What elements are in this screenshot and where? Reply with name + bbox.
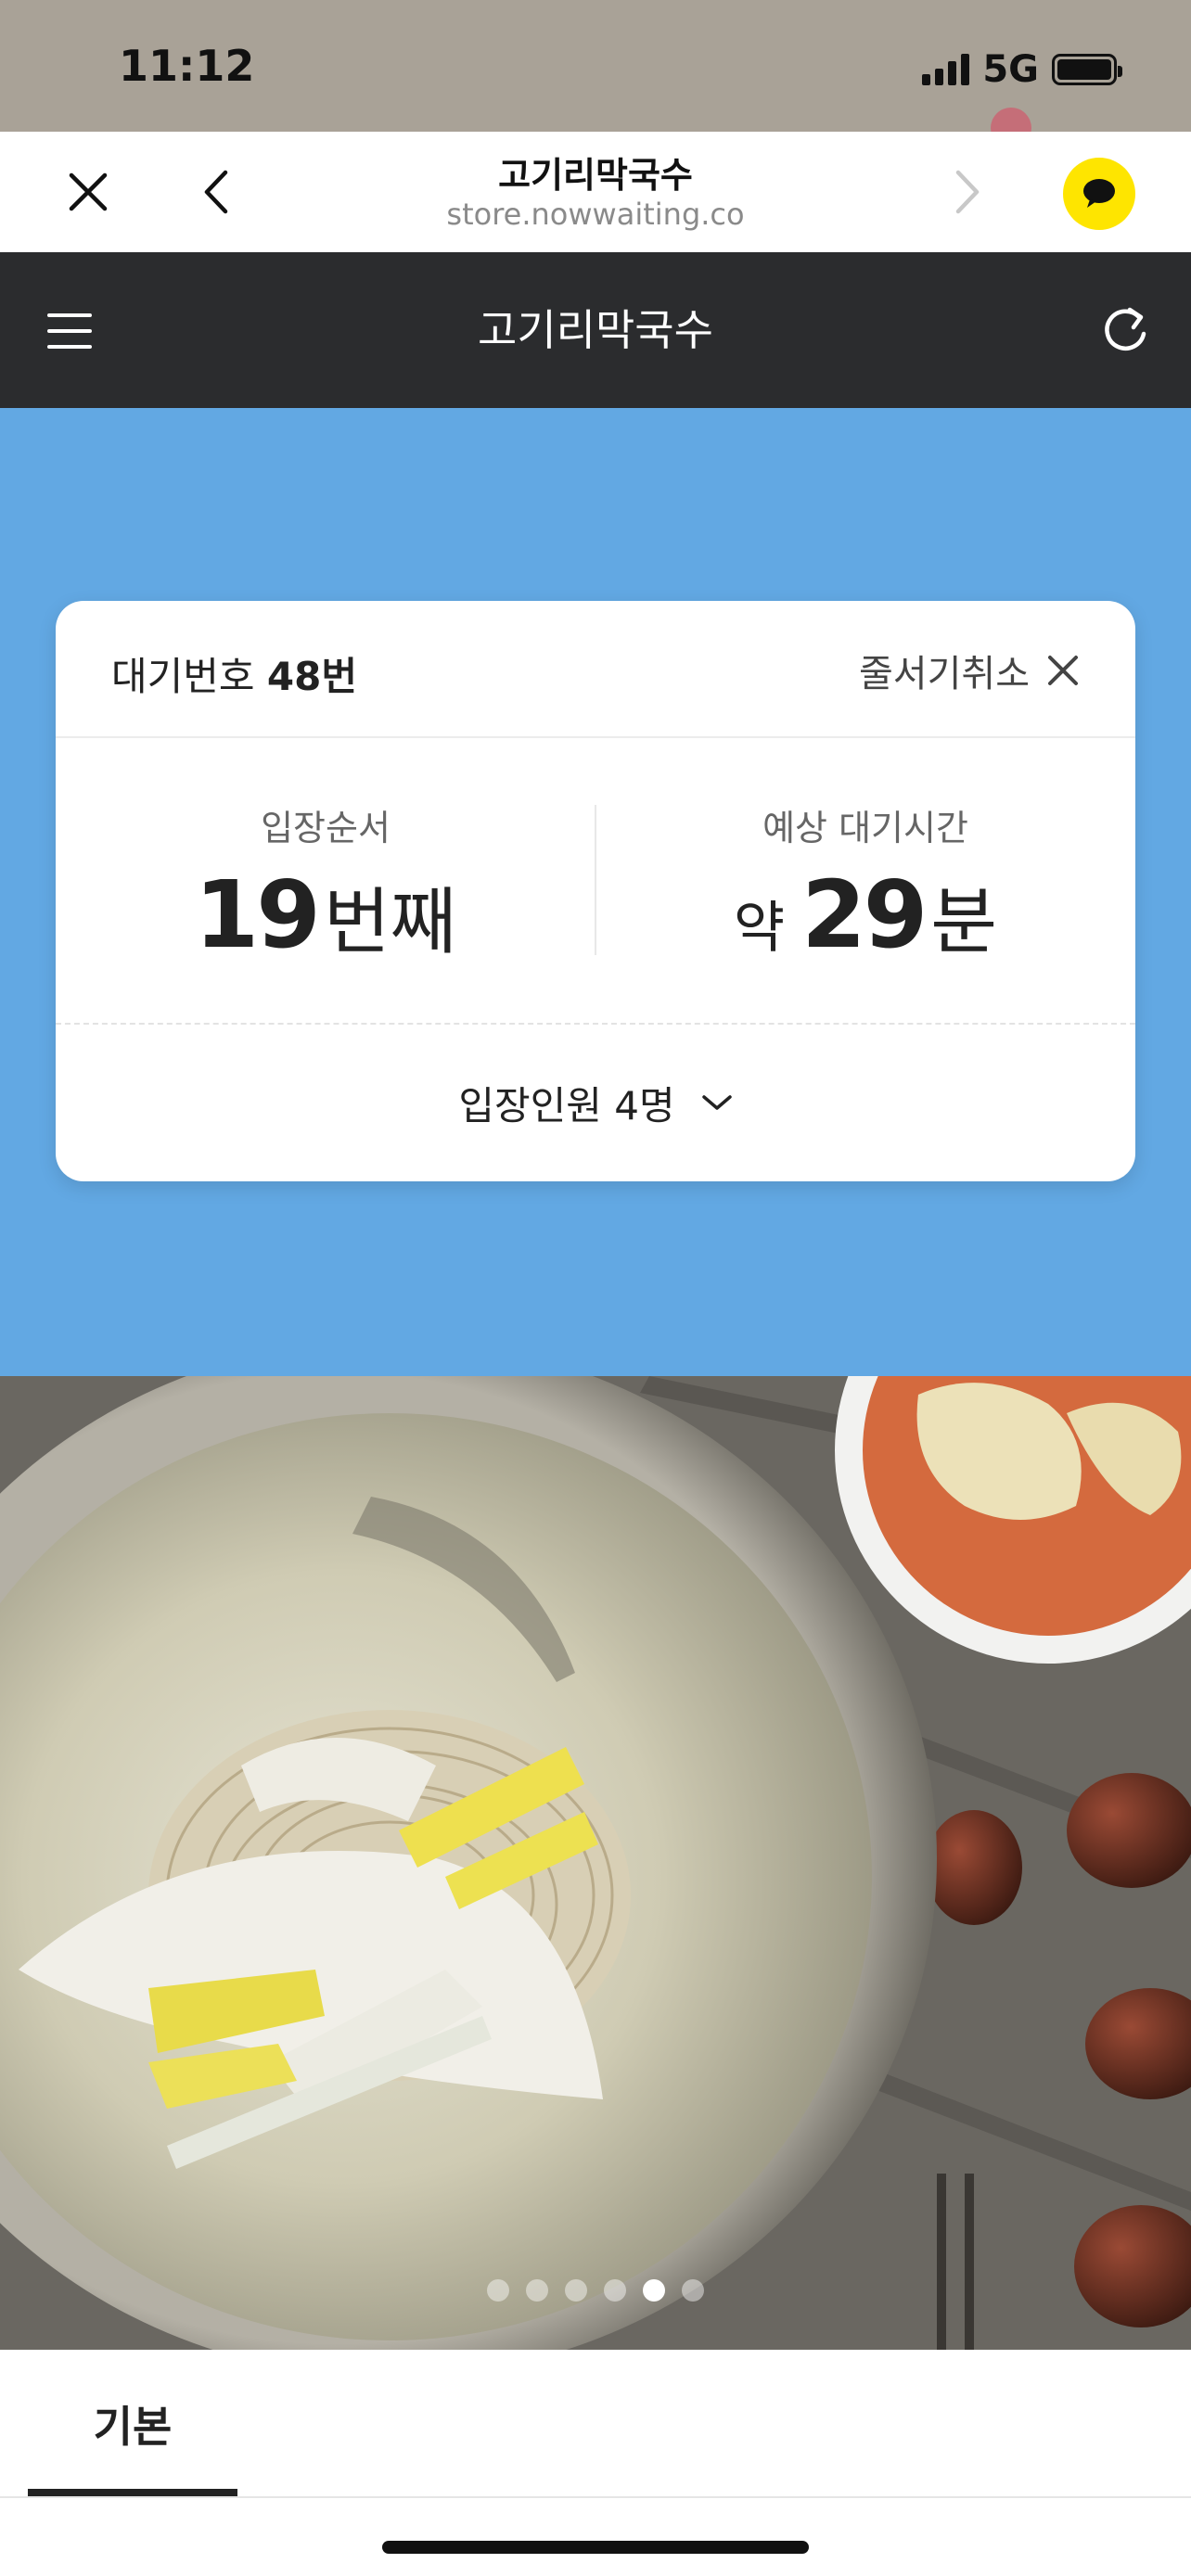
back-icon: [204, 170, 228, 214]
food-photo: [0, 1376, 1191, 2350]
party-size-dropdown[interactable]: 입장인원 4명: [56, 1024, 1135, 1181]
active-tab-indicator: [28, 2489, 237, 2496]
carousel-dot[interactable]: [643, 2279, 665, 2302]
waiting-number-label: 대기번호: [111, 654, 255, 699]
carousel-dot[interactable]: [565, 2279, 587, 2302]
page-title: 고기리막국수: [498, 155, 693, 196]
browser-header: 고기리막국수 store.nowwaiting.co: [0, 132, 1191, 252]
back-button[interactable]: [182, 158, 250, 226]
carousel-pager: [0, 2279, 1191, 2302]
stats-divider: [595, 805, 596, 955]
entry-order-label: 입장순서: [261, 808, 391, 848]
kakao-chat-icon: [1083, 179, 1115, 208]
carousel-dot[interactable]: [604, 2279, 626, 2302]
status-time: 11:12: [119, 41, 255, 91]
entry-order-number: 19: [194, 861, 321, 969]
tab-basic-label: 기본: [93, 2402, 173, 2452]
entry-order: 입장순서 19 번째: [56, 740, 596, 1009]
app-bar: 고기리막국수: [0, 252, 1191, 408]
entry-order-value: 19 번째: [56, 861, 596, 969]
store-name: 고기리막국수: [478, 305, 713, 355]
estimated-wait-label: 예상 대기시간: [762, 808, 968, 848]
close-icon: [1048, 656, 1078, 685]
party-size-label: 입장인원 4명: [458, 1082, 675, 1129]
tab-basic[interactable]: 기본: [28, 2350, 237, 2498]
close-icon: [69, 172, 108, 211]
refresh-icon: [1105, 307, 1146, 351]
carousel-dot[interactable]: [682, 2279, 704, 2302]
cancel-waiting-label: 줄서기취소: [859, 653, 1030, 695]
store-photo-carousel[interactable]: [0, 1376, 1191, 2350]
refresh-button[interactable]: [1093, 299, 1158, 363]
carousel-dot[interactable]: [526, 2279, 548, 2302]
battery-icon: [1052, 54, 1122, 85]
status-indicators: 5G: [922, 48, 1122, 91]
close-button[interactable]: [54, 158, 122, 226]
entry-order-unit: 번째: [323, 881, 457, 964]
estimated-wait-number: 29: [801, 861, 928, 969]
home-indicator: [382, 2541, 809, 2554]
waiting-number-value: 48번: [266, 654, 358, 699]
chat-button[interactable]: [1063, 158, 1135, 230]
waiting-banner: 대기번호 48번 줄서기취소 입장순서 19 번째 예상 대기시간 약 29 분…: [0, 408, 1191, 1376]
page-url: store.nowwaiting.co: [446, 197, 745, 232]
cancel-waiting-button[interactable]: 줄서기취소: [859, 644, 1080, 697]
estimated-wait: 예상 대기시간 약 29 분: [596, 740, 1135, 1009]
forward-icon: [955, 170, 980, 214]
signal-icon: [922, 54, 970, 85]
carousel-dot[interactable]: [487, 2279, 509, 2302]
chevron-down-icon: [701, 1095, 732, 1110]
estimated-wait-unit: 분: [930, 881, 998, 964]
card-header: 대기번호 48번 줄서기취소: [56, 601, 1135, 738]
network-type: 5G: [982, 48, 1039, 91]
forward-button[interactable]: [933, 158, 1002, 226]
waiting-card: 대기번호 48번 줄서기취소 입장순서 19 번째 예상 대기시간 약 29 분…: [56, 601, 1135, 1181]
estimated-wait-prefix: 약: [733, 896, 786, 961]
estimated-wait-value: 약 29 분: [596, 861, 1135, 969]
waiting-number: 대기번호 48번: [111, 645, 357, 702]
tab-bar: 기본: [0, 2350, 1191, 2498]
